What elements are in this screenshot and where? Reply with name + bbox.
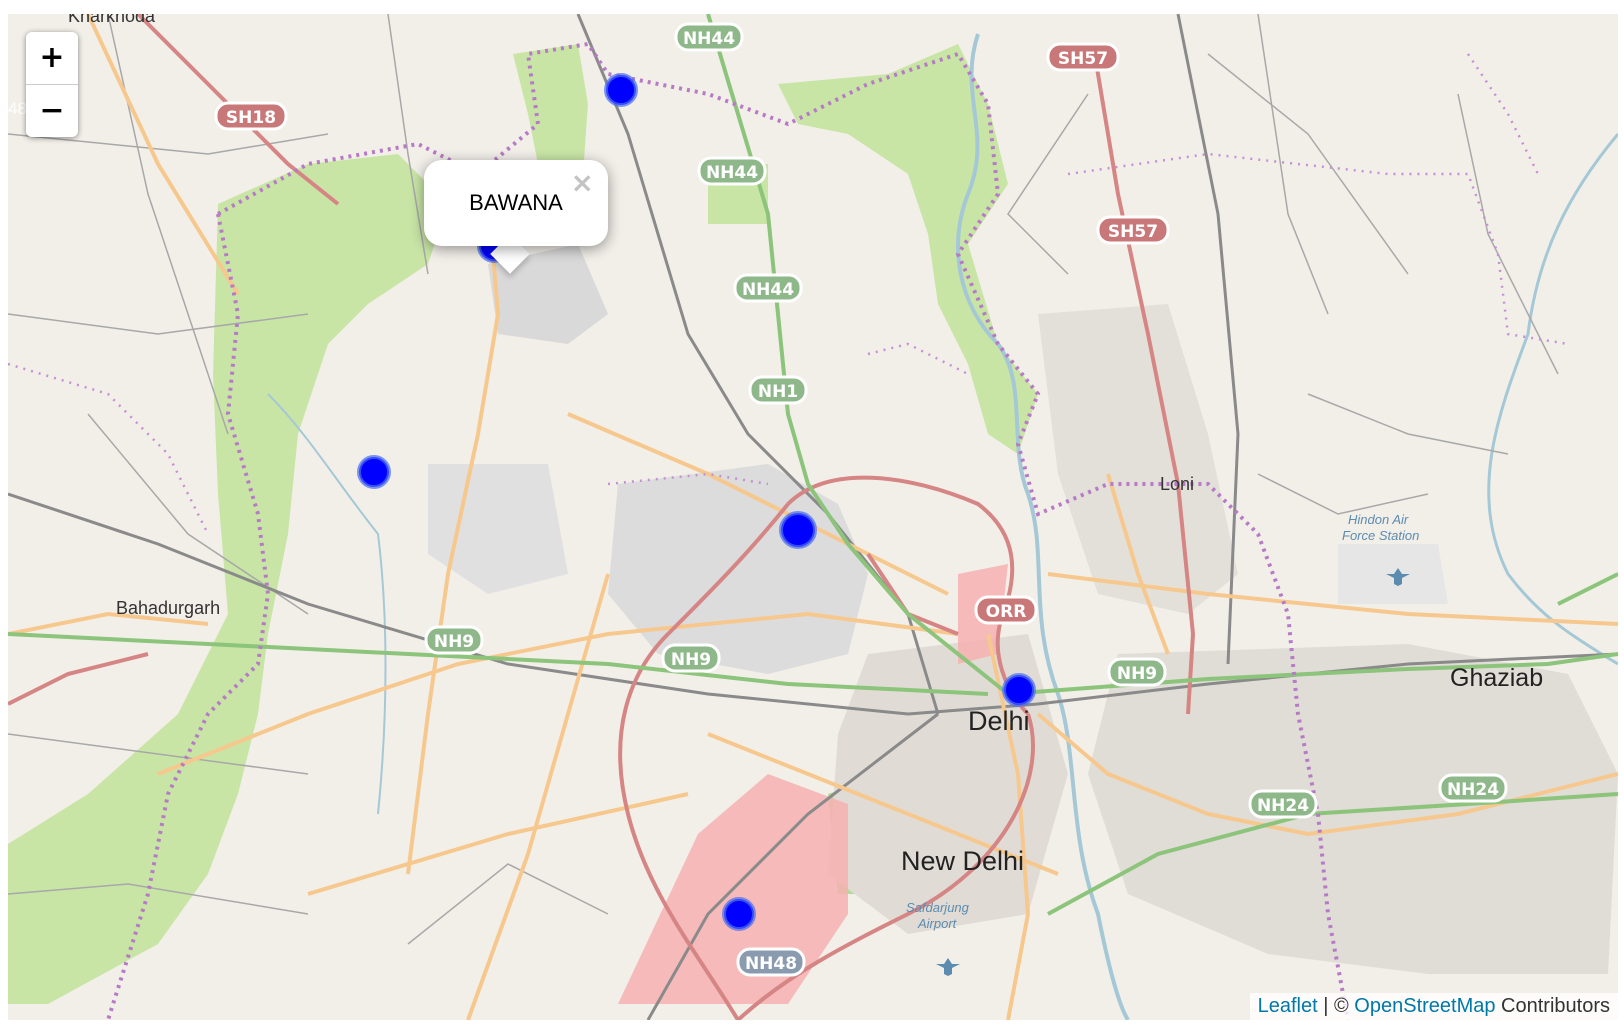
- attribution: Leaflet | © OpenStreetMap Contributors: [1249, 993, 1618, 1020]
- marker-west[interactable]: [357, 455, 391, 489]
- marker-south[interactable]: [722, 897, 756, 931]
- marker-popup: BAWANA ×: [424, 160, 608, 246]
- markers-layer: [357, 73, 1036, 931]
- attribution-suffix: Contributors: [1495, 995, 1610, 1017]
- attribution-separator: | ©: [1317, 995, 1355, 1017]
- map-container[interactable]: Kharkhoda Bahadurgarh Loni Delhi New Del…: [8, 14, 1618, 1020]
- zoom-in-button[interactable]: +: [26, 32, 78, 85]
- leaflet-link[interactable]: Leaflet: [1258, 995, 1318, 1017]
- marker-central-north[interactable]: [779, 511, 817, 549]
- zoom-control: + −: [26, 32, 78, 137]
- osm-link[interactable]: OpenStreetMap: [1354, 995, 1495, 1017]
- marker-north[interactable]: [604, 73, 638, 107]
- popup-close-icon[interactable]: ×: [571, 166, 594, 199]
- zoom-out-button[interactable]: −: [26, 85, 78, 137]
- marker-delhi[interactable]: [1002, 673, 1036, 707]
